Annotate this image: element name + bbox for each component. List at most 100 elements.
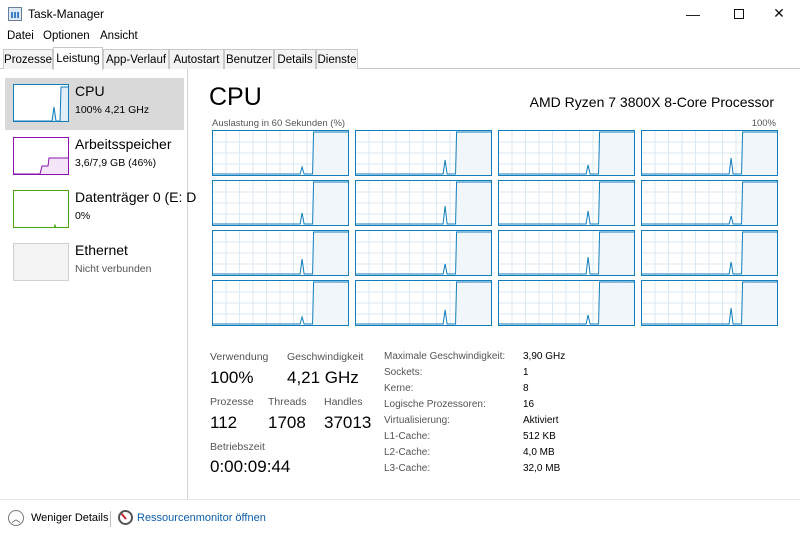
cpu-details-panel: CPU AMD Ryzen 7 3800X 8-Core Processor A… <box>190 69 800 499</box>
cpu-thumbnail-graph <box>13 84 69 122</box>
tab-bar: Prozesse Leistung App-Verlauf Autostart … <box>0 47 800 70</box>
detail-value-cores: 8 <box>523 383 529 394</box>
fewer-details-button[interactable]: Weniger Details <box>31 512 108 524</box>
tab-app-verlauf[interactable]: App-Verlauf <box>103 49 169 69</box>
logical-processor-svg <box>213 181 348 225</box>
title-bar: Task-Manager — ✕ <box>0 0 800 27</box>
detail-label-l2-cache: L2-Cache: <box>384 447 431 458</box>
graph-axis-label: Auslastung in 60 Sekunden (%) <box>212 118 346 129</box>
detail-value-l2-cache: 4,0 MB <box>523 447 555 458</box>
memory-thumbnail-graph <box>13 137 69 175</box>
logical-processor-svg <box>356 131 491 175</box>
detail-label-virtualization: Virtualisierung: <box>384 415 450 426</box>
sidebar-disk-title: Datenträger 0 (E: D <box>75 189 197 205</box>
memory-thumbnail-svg <box>14 157 68 174</box>
logical-processor-graph <box>355 130 492 176</box>
speed-label: Geschwindigkeit <box>287 351 364 363</box>
speed-value: 4,21 GHz <box>287 368 359 387</box>
footer-bar: ︿ Weniger Details Ressourcenmonitor öffn… <box>0 499 800 539</box>
uptime-label: Betriebszeit <box>210 441 265 453</box>
window-title: Task-Manager <box>28 7 105 21</box>
processor-name: AMD Ryzen 7 3800X 8-Core Processor <box>529 94 774 110</box>
task-manager-icon <box>8 7 22 21</box>
tab-autostart[interactable]: Autostart <box>169 49 224 69</box>
logical-processor-graph <box>641 280 778 326</box>
sidebar-memory-subtitle: 3,6/7,9 GB (46%) <box>75 157 157 169</box>
detail-label-max-speed: Maximale Geschwindigkeit: <box>384 351 506 362</box>
tab-prozesse[interactable]: Prozesse <box>3 49 53 69</box>
detail-label-l1-cache: L1-Cache: <box>384 431 431 442</box>
tab-details[interactable]: Details <box>274 49 316 69</box>
graph-axis-max: 100% <box>751 118 776 129</box>
maximize-icon <box>734 8 744 19</box>
menu-bar: Datei Optionen Ansicht <box>0 27 800 47</box>
page-title: CPU <box>209 83 262 111</box>
detail-value-sockets: 1 <box>523 367 529 378</box>
logical-processor-svg <box>499 131 634 175</box>
sidebar-ethernet-title: Ethernet <box>75 242 128 258</box>
disk-thumbnail-svg <box>53 223 57 227</box>
logical-processor-graph <box>212 130 349 176</box>
logical-processor-graph <box>498 230 635 276</box>
ethernet-thumbnail-graph <box>13 243 69 281</box>
detail-label-cores: Kerne: <box>384 383 414 394</box>
resource-monitor-link[interactable]: Ressourcenmonitor öffnen <box>137 512 266 524</box>
sidebar-item-cpu[interactable]: CPU 100% 4,21 GHz <box>5 78 184 130</box>
menu-optionen[interactable]: Optionen <box>43 30 90 42</box>
processes-value: 112 <box>210 413 238 432</box>
logical-processor-graph <box>641 180 778 226</box>
usage-value: 100% <box>210 368 254 387</box>
logical-processor-graph <box>355 180 492 226</box>
detail-value-logical-processors: 16 <box>523 399 535 410</box>
footer-divider <box>110 511 111 527</box>
menu-ansicht[interactable]: Ansicht <box>100 30 138 42</box>
uptime-value: 0:00:09:44 <box>210 457 291 476</box>
logical-processor-graph <box>212 280 349 326</box>
logical-processor-svg <box>642 281 777 325</box>
logical-processor-graph <box>498 180 635 226</box>
tab-dienste[interactable]: Dienste <box>316 49 358 69</box>
sidebar-memory-title: Arbeitsspeicher <box>75 136 172 152</box>
logical-processor-svg <box>356 281 491 325</box>
logical-processor-graph <box>355 280 492 326</box>
processes-label: Prozesse <box>210 396 254 408</box>
logical-processor-svg <box>213 131 348 175</box>
logical-processor-svg <box>642 131 777 175</box>
performance-view: CPU 100% 4,21 GHz Arbeitsspeicher 3,6/7,… <box>0 69 800 499</box>
detail-value-virtualization: Aktiviert <box>523 415 559 426</box>
threads-value: 1708 <box>268 413 306 432</box>
handles-label: Handles <box>324 396 363 408</box>
threads-label: Threads <box>268 396 307 408</box>
sidebar-item-memory[interactable]: Arbeitsspeicher 3,6/7,9 GB (46%) <box>5 131 184 183</box>
disk-thumbnail-graph <box>13 190 69 228</box>
sidebar-item-disk[interactable]: Datenträger 0 (E: D 0% <box>5 184 196 236</box>
logical-processor-svg <box>356 231 491 275</box>
logical-processor-svg <box>642 231 777 275</box>
logical-processor-graph <box>641 130 778 176</box>
detail-label-l3-cache: L3-Cache: <box>384 463 431 474</box>
logical-processor-graph <box>212 180 349 226</box>
detail-value-l3-cache: 32,0 MB <box>523 463 561 474</box>
sidebar-item-ethernet[interactable]: Ethernet Nicht verbunden <box>5 237 184 289</box>
cpu-thumbnail-svg <box>14 85 68 121</box>
minimize-button[interactable]: — <box>670 0 716 27</box>
logical-processor-svg <box>642 181 777 225</box>
handles-value: 37013 <box>324 413 372 432</box>
logical-processor-svg <box>356 181 491 225</box>
detail-value-max-speed: 3,90 GHz <box>523 351 566 362</box>
sidebar-ethernet-subtitle: Nicht verbunden <box>75 263 152 275</box>
detail-value-l1-cache: 512 KB <box>523 431 556 442</box>
logical-processor-svg <box>499 281 634 325</box>
close-button[interactable]: ✕ <box>756 0 800 27</box>
resource-monitor-icon[interactable] <box>118 510 133 525</box>
menu-datei[interactable]: Datei <box>7 30 34 42</box>
chevron-up-icon[interactable]: ︿ <box>8 510 24 526</box>
logical-processor-graph <box>641 230 778 276</box>
sidebar-disk-subtitle: 0% <box>75 210 91 222</box>
tab-benutzer[interactable]: Benutzer <box>224 49 274 69</box>
detail-label-sockets: Sockets: <box>384 367 423 378</box>
logical-processor-graph <box>498 280 635 326</box>
tab-leistung[interactable]: Leistung <box>53 47 103 70</box>
logical-processor-graph <box>212 230 349 276</box>
logical-processor-svg <box>499 181 634 225</box>
